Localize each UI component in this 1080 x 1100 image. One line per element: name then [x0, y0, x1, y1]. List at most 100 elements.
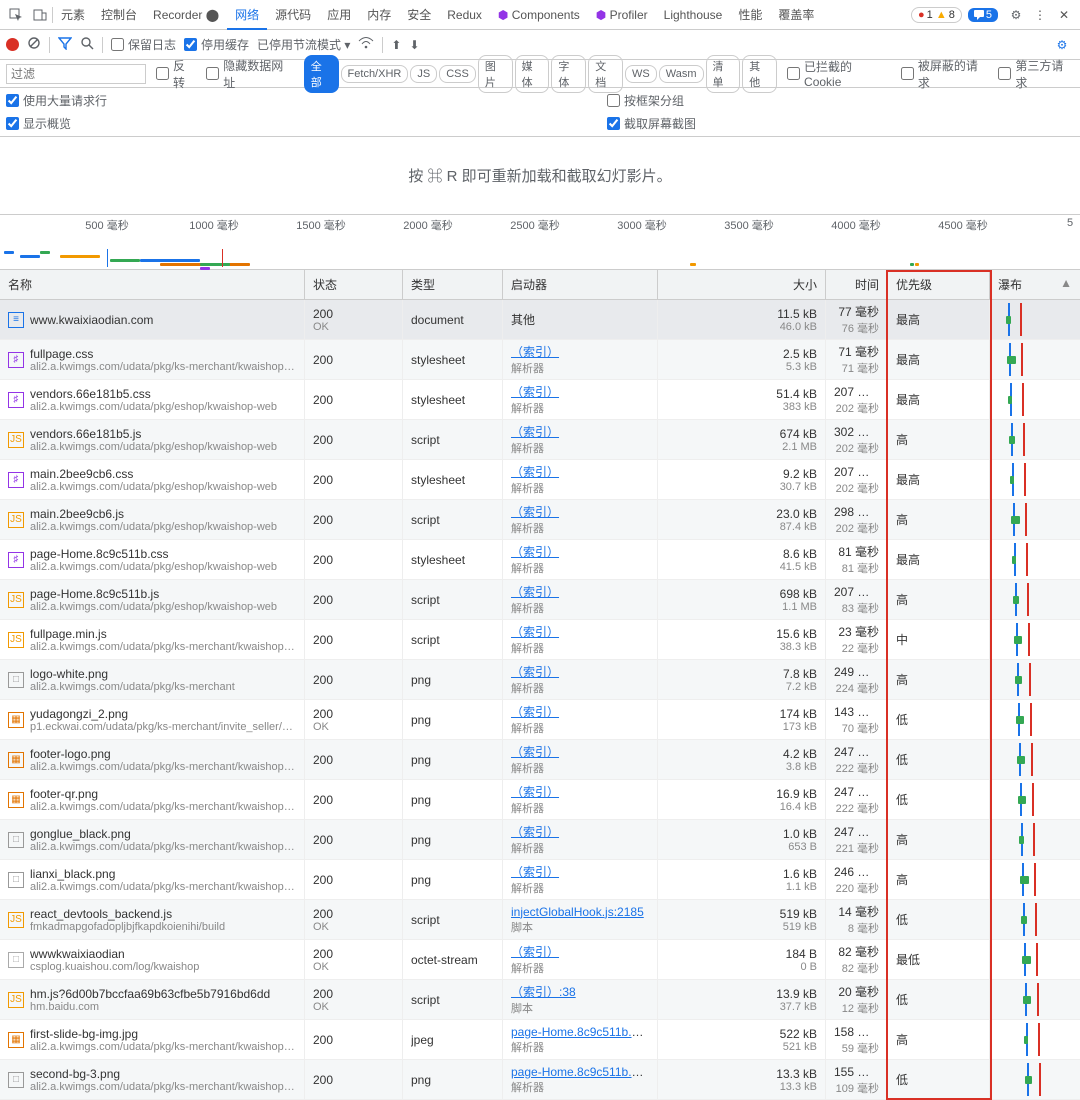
initiator[interactable]: （索引） — [511, 343, 649, 360]
blocked-cookie-checkbox[interactable]: 已拦截的 Cookie — [787, 58, 891, 89]
type-pill-图片[interactable]: 图片 — [478, 55, 513, 93]
th-size[interactable]: 大小 — [658, 270, 826, 299]
initiator[interactable]: （索引） — [511, 583, 649, 600]
request-row[interactable]: JSvendors.66e181b5.jsali2.a.kwimgs.com/u… — [0, 420, 1080, 460]
request-row[interactable]: JSmain.2bee9cb6.jsali2.a.kwimgs.com/udat… — [0, 500, 1080, 540]
initiator[interactable]: （索引） — [511, 503, 649, 520]
initiator[interactable]: （索引） — [511, 743, 649, 760]
device-icon[interactable] — [32, 7, 48, 23]
large-rows-checkbox[interactable]: 使用大量请求行 — [6, 92, 107, 109]
type-pill-字体[interactable]: 字体 — [551, 55, 586, 93]
inspect-icon[interactable] — [8, 7, 24, 23]
invert-checkbox[interactable]: 反转 — [156, 57, 196, 91]
tab-security[interactable]: 安全 — [399, 0, 439, 29]
request-row[interactable]: ♯main.2bee9cb6.cssali2.a.kwimgs.com/udat… — [0, 460, 1080, 500]
initiator[interactable]: （索引） — [511, 383, 649, 400]
th-priority[interactable]: 优先级 — [888, 270, 990, 299]
close-icon[interactable]: ✕ — [1056, 7, 1072, 23]
clear-icon[interactable] — [27, 36, 41, 53]
type-pill-文档[interactable]: 文档 — [588, 55, 623, 93]
initiator[interactable]: （索引） — [511, 703, 649, 720]
tab-network[interactable]: 网络 — [227, 0, 267, 30]
error-warn-badge[interactable]: 1 8 — [911, 7, 962, 23]
type-pill-Wasm[interactable]: Wasm — [659, 65, 704, 83]
request-row[interactable]: JSreact_devtools_backend.jsfmkadmapgofad… — [0, 900, 1080, 940]
preserve-log-checkbox[interactable]: 保留日志 — [111, 36, 176, 53]
tab-sources[interactable]: 源代码 — [267, 0, 319, 29]
tab-lighthouse[interactable]: Lighthouse — [656, 2, 731, 28]
settings-icon[interactable]: ⚙ — [1008, 7, 1024, 23]
initiator[interactable]: （索引） — [511, 543, 649, 560]
disable-cache-checkbox[interactable]: 停用缓存 — [184, 36, 249, 53]
request-row[interactable]: ♯vendors.66e181b5.cssali2.a.kwimgs.com/u… — [0, 380, 1080, 420]
hide-data-urls-checkbox[interactable]: 隐藏数据网址 — [206, 57, 293, 91]
request-row[interactable]: □logo-white.pngali2.a.kwimgs.com/udata/p… — [0, 660, 1080, 700]
initiator[interactable]: （索引） — [511, 623, 649, 640]
request-row[interactable]: ♯fullpage.cssali2.a.kwimgs.com/udata/pkg… — [0, 340, 1080, 380]
tab-console[interactable]: 控制台 — [93, 0, 145, 29]
type-pill-清单[interactable]: 清单 — [706, 55, 741, 93]
type-pill-Fetch/XHR[interactable]: Fetch/XHR — [341, 65, 409, 83]
capture-screenshots-checkbox[interactable]: 截取屏幕截图 — [607, 115, 696, 132]
th-type[interactable]: 类型 — [403, 270, 503, 299]
type-pill-WS[interactable]: WS — [625, 65, 657, 83]
more-icon[interactable]: ⋮ — [1032, 7, 1048, 23]
type-pill-全部[interactable]: 全部 — [304, 55, 339, 93]
tab-redux[interactable]: Redux — [439, 2, 490, 28]
initiator[interactable]: （索引） — [511, 783, 649, 800]
request-row[interactable]: ▦yudagongzi_2.pngp1.eckwai.com/udata/pkg… — [0, 700, 1080, 740]
third-party-checkbox[interactable]: 第三方请求 — [998, 57, 1074, 91]
filter-input[interactable] — [6, 64, 146, 84]
request-row[interactable]: □second-bg-3.pngali2.a.kwimgs.com/udata/… — [0, 1060, 1080, 1100]
tab-components[interactable]: ⬢ Components — [490, 2, 588, 28]
initiator[interactable]: （索引） — [511, 423, 649, 440]
request-row[interactable]: ♯page-Home.8c9c511b.cssali2.a.kwimgs.com… — [0, 540, 1080, 580]
tab-performance[interactable]: 性能 — [730, 0, 770, 29]
initiator[interactable]: page-Home.8c9c511b.css — [511, 1065, 649, 1079]
filter-icon[interactable] — [58, 36, 72, 53]
th-status[interactable]: 状态 — [305, 270, 403, 299]
initiator[interactable]: （索引） — [511, 463, 649, 480]
tab-profiler[interactable]: ⬢ Profiler — [588, 2, 656, 28]
download-icon[interactable]: ⬇ — [409, 38, 419, 52]
network-settings-icon[interactable]: ⚙ — [1054, 37, 1070, 53]
request-row[interactable]: JShm.js?6d00b7bccfaa69b63cfbe5b7916bd6dd… — [0, 980, 1080, 1020]
initiator[interactable]: （索引） — [511, 863, 649, 880]
initiator[interactable]: （索引） — [511, 663, 649, 680]
tab-elements[interactable]: 元素 — [53, 0, 93, 29]
request-row[interactable]: ≡www.kwaixiaodian.com200OKdocument其他11.5… — [0, 300, 1080, 340]
initiator[interactable]: （索引）:38 — [511, 983, 649, 1000]
type-pill-CSS[interactable]: CSS — [439, 65, 476, 83]
type-pill-其他[interactable]: 其他 — [742, 55, 777, 93]
type-pill-媒体[interactable]: 媒体 — [515, 55, 550, 93]
request-row[interactable]: □wwwkwaixiaodiancsplog.kuaishou.com/log/… — [0, 940, 1080, 980]
upload-icon[interactable]: ⬆ — [391, 38, 401, 52]
request-row[interactable]: JSpage-Home.8c9c511b.jsali2.a.kwimgs.com… — [0, 580, 1080, 620]
messages-badge[interactable]: 5 — [968, 8, 998, 22]
initiator[interactable]: injectGlobalHook.js:2185 — [511, 905, 649, 919]
tab-memory[interactable]: 内存 — [359, 0, 399, 29]
request-row[interactable]: JSfullpage.min.jsali2.a.kwimgs.com/udata… — [0, 620, 1080, 660]
th-initiator[interactable]: 启动器 — [503, 270, 658, 299]
tab-application[interactable]: 应用 — [319, 0, 359, 29]
request-row[interactable]: ▦footer-logo.pngali2.a.kwimgs.com/udata/… — [0, 740, 1080, 780]
group-by-frame-checkbox[interactable]: 按框架分组 — [607, 92, 696, 109]
initiator[interactable]: （索引） — [511, 823, 649, 840]
th-waterfall[interactable]: 瀑布 ▲ — [990, 270, 1080, 299]
request-row[interactable]: ▦footer-qr.pngali2.a.kwimgs.com/udata/pk… — [0, 780, 1080, 820]
search-icon[interactable] — [80, 36, 94, 53]
tab-coverage[interactable]: 覆盖率 — [770, 0, 822, 29]
request-row[interactable]: ▦first-slide-bg-img.jpgali2.a.kwimgs.com… — [0, 1020, 1080, 1060]
th-time[interactable]: 时间 — [826, 270, 888, 299]
initiator[interactable]: （索引） — [511, 943, 649, 960]
request-row[interactable]: □lianxi_black.pngali2.a.kwimgs.com/udata… — [0, 860, 1080, 900]
show-overview-checkbox[interactable]: 显示概览 — [6, 115, 107, 132]
timeline-overview[interactable]: 500 毫秒1000 毫秒1500 毫秒2000 毫秒2500 毫秒3000 毫… — [0, 214, 1080, 270]
initiator[interactable]: page-Home.8c9c511b.css — [511, 1025, 649, 1039]
blocked-req-checkbox[interactable]: 被屏蔽的请求 — [901, 57, 988, 91]
wifi-icon[interactable] — [358, 36, 374, 53]
request-row[interactable]: □gonglue_black.pngali2.a.kwimgs.com/udat… — [0, 820, 1080, 860]
throttle-select[interactable]: 已停用节流模式 ▾ — [257, 36, 350, 53]
tab-recorder[interactable]: Recorder ⬤ — [145, 2, 227, 28]
record-icon[interactable] — [6, 38, 19, 51]
